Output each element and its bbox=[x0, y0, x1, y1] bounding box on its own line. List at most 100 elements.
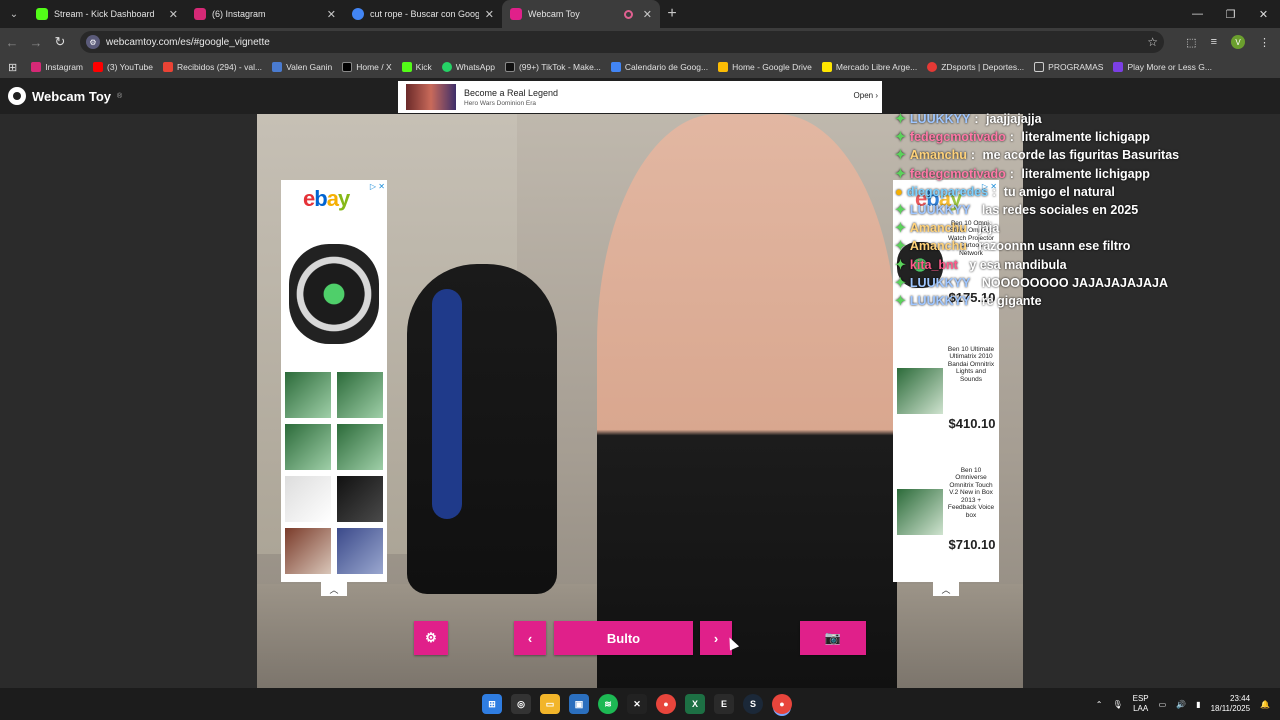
tab-webcam-toy[interactable]: Webcam Toy ✕ bbox=[502, 0, 660, 28]
previous-effect-button[interactable]: ‹ bbox=[514, 621, 546, 655]
bookmark-item[interactable]: ZDsports | Deportes... bbox=[927, 62, 1024, 72]
notification-bell-icon[interactable]: 🔔 bbox=[1260, 700, 1270, 709]
copilot-icon[interactable]: ◎ bbox=[511, 694, 531, 714]
bookmark-item[interactable]: Instagram bbox=[31, 62, 83, 72]
tiktok-icon bbox=[504, 62, 515, 72]
back-button[interactable]: ← bbox=[0, 35, 24, 50]
logo-text: Webcam Toy bbox=[32, 88, 111, 104]
bookmark-item[interactable]: Mercado Libre Arge... bbox=[821, 62, 917, 72]
product-thumbnail[interactable] bbox=[337, 476, 383, 522]
tab-kick[interactable]: Stream - Kick Dashboard ✕ bbox=[28, 0, 186, 28]
clock[interactable]: 23:44 18/11/2025 bbox=[1211, 694, 1250, 715]
gaming-chair bbox=[407, 264, 557, 594]
keyboard-layout: LAA bbox=[1133, 704, 1149, 713]
product-thumbnail[interactable] bbox=[337, 372, 383, 418]
chat-username: Amanchu bbox=[909, 239, 967, 254]
chat-text: literalmente lichigapp bbox=[1021, 166, 1150, 181]
chat-username: kita_bnt bbox=[909, 257, 958, 272]
chrome-icon[interactable]: ● bbox=[656, 694, 676, 714]
chevron-left-icon: ‹ bbox=[527, 630, 533, 646]
effect-name-button[interactable]: Bulto bbox=[554, 621, 693, 655]
product-thumbnail[interactable] bbox=[337, 528, 383, 574]
bookmark-label: Home - Google Drive bbox=[732, 62, 812, 72]
tab-bar: ⌄ Stream - Kick Dashboard ✕ (6) Instagra… bbox=[0, 0, 1280, 28]
window-controls: — ❐ ✕ bbox=[1181, 0, 1280, 28]
tab-google[interactable]: cut rope - Buscar con Google ✕ bbox=[344, 0, 502, 28]
product-thumbnail[interactable] bbox=[337, 424, 383, 470]
site-logo[interactable]: Webcam Toy ® bbox=[8, 87, 122, 105]
close-icon[interactable]: ✕ bbox=[643, 8, 652, 21]
forward-button[interactable]: → bbox=[24, 35, 48, 50]
bookmark-item[interactable]: Valen Ganin bbox=[272, 62, 332, 72]
chevron-up-icon[interactable]: ⌃ bbox=[1096, 700, 1103, 709]
bookmark-star-icon[interactable]: ☆ bbox=[1147, 35, 1158, 49]
xbox-icon[interactable]: ✕ bbox=[627, 694, 647, 714]
collapse-ad-button[interactable]: ︿ bbox=[321, 582, 347, 596]
store-icon[interactable]: ▣ bbox=[569, 694, 589, 714]
close-icon[interactable]: ✕ bbox=[327, 8, 336, 21]
bookmark-item[interactable]: WhatsApp bbox=[441, 62, 495, 72]
omnitrix-product-image[interactable] bbox=[289, 244, 379, 344]
file-explorer-icon[interactable]: ▭ bbox=[540, 694, 560, 714]
registered-mark: ® bbox=[116, 92, 123, 100]
product-thumbnail[interactable] bbox=[285, 528, 331, 574]
bookmark-item[interactable]: Recibidos (294) - val... bbox=[163, 62, 262, 72]
bookmark-item[interactable]: Home / X bbox=[342, 62, 392, 72]
spotify-icon[interactable]: ≋ bbox=[598, 694, 618, 714]
take-photo-button[interactable]: 📷 bbox=[800, 621, 866, 655]
media-control-icon[interactable]: ≡ bbox=[1211, 36, 1217, 48]
product-thumbnail[interactable] bbox=[285, 372, 331, 418]
chat-message: ✦ Amanchu jaja bbox=[895, 219, 1280, 237]
network-icon[interactable]: ▭ bbox=[1159, 700, 1167, 709]
ad-open-button[interactable]: Open › bbox=[854, 91, 878, 100]
chat-username: LUUKKYY bbox=[909, 203, 971, 218]
volume-icon[interactable]: 🔊 bbox=[1176, 700, 1186, 709]
reload-button[interactable]: ↻ bbox=[48, 34, 72, 50]
adchoices-icon[interactable]: ▷ ✕ bbox=[370, 182, 385, 191]
apps-grid-icon[interactable]: ⊞ bbox=[8, 61, 17, 74]
webcam-toy-icon bbox=[510, 8, 522, 20]
bookmark-folder[interactable]: PROGRAMAS bbox=[1034, 62, 1103, 72]
language-indicator[interactable]: ESP LAA bbox=[1133, 694, 1149, 713]
chat-username: Amanchu bbox=[909, 221, 967, 236]
product-thumbnail[interactable] bbox=[285, 424, 331, 470]
product-card[interactable]: Ben 10 Omniverse Omnitrix Touch V.2 New … bbox=[895, 467, 997, 577]
close-icon[interactable]: ✕ bbox=[169, 8, 178, 21]
collapse-ad-button[interactable]: ︿ bbox=[933, 582, 959, 596]
close-window-button[interactable]: ✕ bbox=[1247, 0, 1280, 28]
bookmark-item[interactable]: Play More or Less G... bbox=[1113, 62, 1212, 72]
ad-open-label: Open bbox=[853, 91, 874, 100]
microphone-icon[interactable]: 🎙 bbox=[1112, 700, 1122, 709]
chrome-active-icon[interactable]: ● bbox=[772, 694, 792, 714]
new-tab-button[interactable]: + bbox=[660, 0, 684, 28]
product-card[interactable]: Ben 10 Ultimate Ultimatrix 2010 Bandai O… bbox=[895, 346, 997, 456]
close-icon[interactable]: ✕ bbox=[485, 8, 494, 21]
settings-button[interactable]: ⚙ bbox=[414, 621, 448, 655]
product-thumbnail[interactable] bbox=[285, 476, 331, 522]
minimize-button[interactable]: — bbox=[1181, 0, 1214, 28]
bookmark-label: Calendario de Goog... bbox=[624, 62, 709, 72]
epic-games-icon[interactable]: E bbox=[714, 694, 734, 714]
battery-icon[interactable]: ▮ bbox=[1196, 700, 1200, 709]
tab-search-icon[interactable]: ⌄ bbox=[0, 0, 28, 28]
menu-icon[interactable]: ⋮ bbox=[1259, 36, 1270, 49]
start-button[interactable]: ⊞ bbox=[482, 694, 502, 714]
extensions-icon[interactable]: ⬚ bbox=[1186, 36, 1196, 49]
tab-instagram[interactable]: (6) Instagram ✕ bbox=[186, 0, 344, 28]
bookmark-item[interactable]: Home - Google Drive bbox=[718, 62, 812, 72]
address-bar[interactable]: ⚙ webcamtoy.com/es/#google_vignette ☆ bbox=[80, 31, 1164, 53]
top-banner-ad[interactable]: Become a Real Legend Hero Wars Dominion … bbox=[398, 81, 882, 113]
left-ebay-ad[interactable]: ▷ ✕ ebay bbox=[281, 180, 387, 582]
recording-icon bbox=[623, 9, 633, 19]
steam-icon[interactable]: S bbox=[743, 694, 763, 714]
bookmark-item[interactable]: Calendario de Goog... bbox=[610, 62, 709, 72]
excel-icon[interactable]: X bbox=[685, 694, 705, 714]
bookmark-item[interactable]: Kick bbox=[401, 62, 432, 72]
restore-button[interactable]: ❐ bbox=[1214, 0, 1247, 28]
site-info-icon[interactable]: ⚙ bbox=[86, 35, 100, 49]
bookmark-item[interactable]: (99+) TikTok - Make... bbox=[504, 62, 601, 72]
profile-avatar[interactable]: V bbox=[1231, 35, 1245, 49]
bookmark-item[interactable]: (3) YouTube bbox=[93, 62, 153, 72]
badge-icon: ✦ bbox=[895, 256, 906, 272]
browser-window: ⌄ Stream - Kick Dashboard ✕ (6) Instagra… bbox=[0, 0, 1280, 688]
